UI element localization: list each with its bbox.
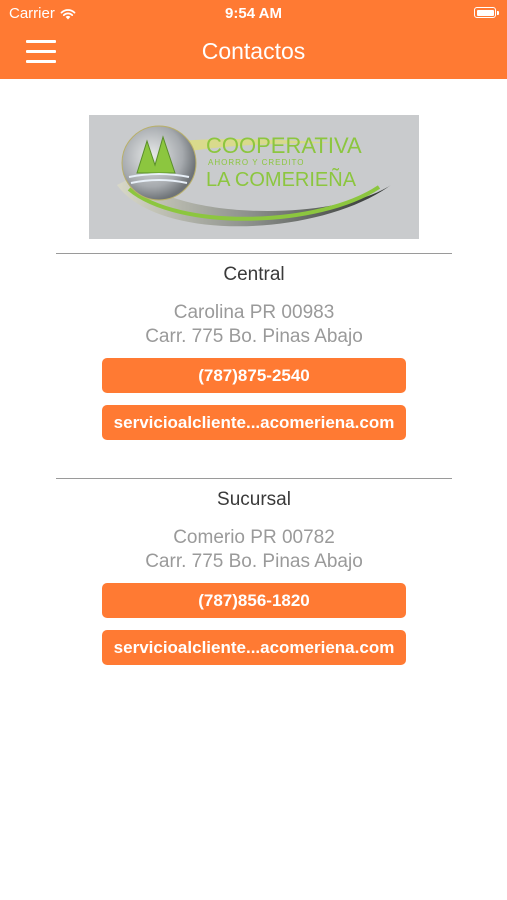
- status-bar: Carrier 9:54 AM: [0, 0, 507, 28]
- contact-name: Sucursal: [217, 489, 291, 510]
- email-button[interactable]: servicioalcliente...acomeriena.com: [102, 405, 406, 440]
- contact-card-sucursal: Sucursal Comerio PR 00782 Carr. 775 Bo. …: [56, 478, 452, 679]
- contact-street: Carr. 775 Bo. Pinas Abajo: [145, 326, 363, 347]
- phone-button[interactable]: (787)856-1820: [102, 583, 406, 618]
- logo-text-cooperativa: COOPERATIVA: [206, 133, 362, 158]
- contacts-screen: Carrier 9:54 AM Contactos COOPERATIVA AH…: [0, 0, 507, 900]
- logo-text-ahorro: AHORRO Y CREDITO: [208, 158, 305, 167]
- contact-city: Comerio PR 00782: [173, 527, 335, 548]
- contact-card-central: Central Carolina PR 00983 Carr. 775 Bo. …: [56, 253, 452, 454]
- cooperative-logo: COOPERATIVA AHORRO Y CREDITO LA COMERIEÑ…: [89, 115, 419, 239]
- phone-button[interactable]: (787)875-2540: [102, 358, 406, 393]
- logo-text-comeriena: LA COMERIEÑA: [206, 169, 357, 191]
- email-button[interactable]: servicioalcliente...acomeriena.com: [102, 630, 406, 665]
- battery-icon: [474, 7, 499, 18]
- status-time: 9:54 AM: [225, 5, 282, 22]
- page-title: Contactos: [201, 38, 306, 64]
- contact-name: Central: [223, 264, 285, 285]
- app-header: Carrier 9:54 AM Contactos: [0, 0, 507, 79]
- navigation-bar: Contactos: [0, 28, 507, 79]
- contact-city: Carolina PR 00983: [173, 302, 335, 323]
- contact-street: Carr. 775 Bo. Pinas Abajo: [145, 551, 363, 572]
